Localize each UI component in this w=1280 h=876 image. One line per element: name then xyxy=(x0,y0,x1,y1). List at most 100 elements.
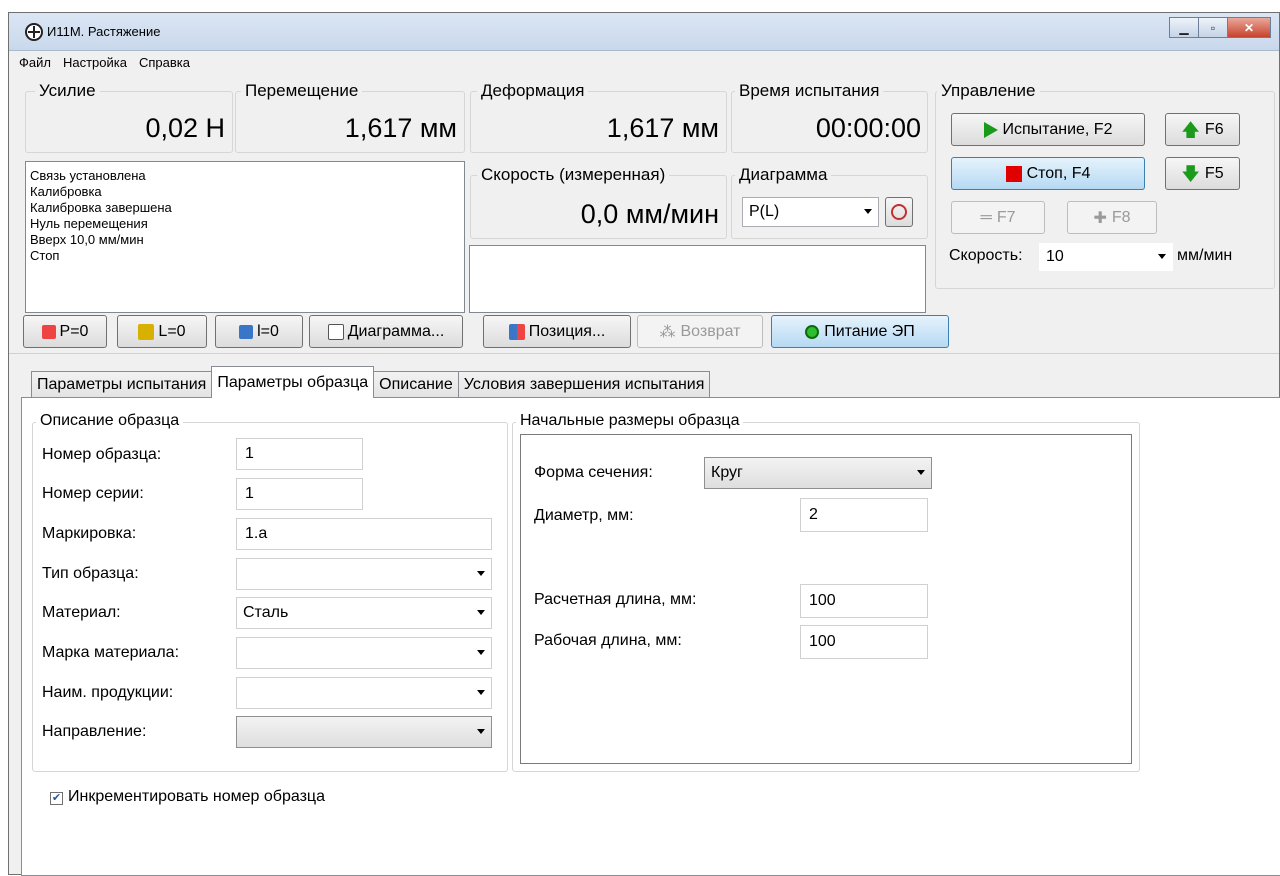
zero-length-label: L=0 xyxy=(158,322,186,340)
material-grade-select[interactable] xyxy=(236,637,492,669)
stop-icon xyxy=(1005,165,1022,182)
menu-file[interactable]: Файл xyxy=(13,55,57,70)
menu-settings[interactable]: Настройка xyxy=(57,55,133,70)
f7-button[interactable]: ═ F7 xyxy=(951,201,1045,234)
diagram-button-label: Диаграмма... xyxy=(347,322,445,340)
chart-icon xyxy=(327,323,344,340)
log-line: Калибровка завершена xyxy=(30,200,172,215)
tab-page: Описание образца Номер образца: 1 Номер … xyxy=(21,397,1280,876)
control-speed-value: 10 xyxy=(1046,248,1064,265)
work-length-label: Рабочая длина, мм: xyxy=(534,632,682,649)
diameter-input[interactable]: 2 xyxy=(800,498,928,532)
up-f6-button[interactable]: 🡅 F6 xyxy=(1165,113,1240,146)
force-sensor-icon xyxy=(41,324,56,339)
control-speed-label: Скорость: xyxy=(949,247,1023,264)
caption-buttons: ▁ ▫ ✕ xyxy=(1169,17,1271,39)
tab-description[interactable]: Описание xyxy=(373,371,459,398)
control-title: Управление xyxy=(937,81,1040,101)
dimensions-group-title: Начальные размеры образца xyxy=(516,412,744,430)
minus-icon: ═ xyxy=(980,208,992,226)
menu-help[interactable]: Справка xyxy=(133,55,196,70)
sample-type-label: Тип образца: xyxy=(42,565,139,582)
chevron-down-icon xyxy=(1158,254,1166,259)
f8-button[interactable]: ✚ F8 xyxy=(1067,201,1157,234)
log-line: Нуль перемещения xyxy=(30,216,148,231)
force-label: Усилие xyxy=(35,81,100,101)
cross-section-select[interactable]: Круг xyxy=(704,457,932,489)
window-title: И11М. Растяжение xyxy=(47,24,161,39)
sample-type-select[interactable] xyxy=(236,558,492,590)
diagram-button[interactable]: Диаграмма... xyxy=(309,315,463,348)
calc-length-label: Расчетная длина, мм: xyxy=(534,591,697,608)
tab-sample-parameters[interactable]: Параметры образца xyxy=(211,366,375,398)
minimize-button[interactable]: ▁ xyxy=(1169,17,1199,38)
power-icon xyxy=(805,324,820,339)
marking-input[interactable]: 1.а xyxy=(236,518,492,550)
sample-number-input[interactable]: 1 xyxy=(236,438,363,470)
sample-group-title: Описание образца xyxy=(36,412,184,430)
time-label: Время испытания xyxy=(735,81,884,101)
start-test-button[interactable]: Испытание, F2 xyxy=(951,113,1145,146)
arrow-up-icon: 🡅 xyxy=(1181,119,1200,140)
material-label: Материал: xyxy=(42,604,121,621)
stop-button[interactable]: Стоп, F4 xyxy=(951,157,1145,190)
power-button-label: Питание ЭП xyxy=(824,322,915,340)
tab-completion-conditions[interactable]: Условия завершения испытания xyxy=(457,371,711,398)
zero-force-label: P=0 xyxy=(59,322,89,340)
close-button[interactable]: ✕ xyxy=(1227,17,1271,38)
return-button-label: Возврат xyxy=(680,322,741,340)
work-length-input[interactable]: 100 xyxy=(800,625,928,659)
title-bar: И11М. Растяжение ▁ ▫ ✕ xyxy=(9,13,1279,51)
control-speed-unit: мм/мин xyxy=(1177,247,1233,264)
force-value: 0,02 Н xyxy=(145,113,225,143)
chevron-down-icon xyxy=(477,610,485,615)
sample-number-label: Номер образца: xyxy=(42,446,162,463)
series-number-input[interactable]: 1 xyxy=(236,478,363,510)
app-icon xyxy=(25,23,43,41)
zero-extension-button[interactable]: l=0 xyxy=(215,315,303,348)
arrow-down-icon: 🡇 xyxy=(1181,163,1200,184)
diagram-target-button[interactable] xyxy=(885,197,913,227)
start-test-label: Испытание, F2 xyxy=(1002,120,1113,138)
position-icon xyxy=(508,323,525,340)
down-f5-button[interactable]: 🡇 F5 xyxy=(1165,157,1240,190)
play-icon xyxy=(983,121,998,138)
cross-section-label: Форма сечения: xyxy=(534,464,653,481)
zero-force-button[interactable]: P=0 xyxy=(23,315,107,348)
calc-length-input[interactable]: 100 xyxy=(800,584,928,618)
tab-test-parameters[interactable]: Параметры испытания xyxy=(31,371,213,398)
cross-section-value: Круг xyxy=(711,464,743,481)
direction-label: Направление: xyxy=(42,723,147,740)
diagram-select[interactable]: P(L) xyxy=(742,197,879,227)
material-value: Сталь xyxy=(243,604,289,621)
speed-measured-value: 0,0 мм/мин xyxy=(580,199,719,229)
f5-label: F5 xyxy=(1204,164,1224,182)
material-select[interactable]: Сталь xyxy=(236,597,492,629)
direction-select[interactable] xyxy=(236,716,492,748)
plus-icon: ✚ xyxy=(1093,209,1107,227)
chevron-down-icon xyxy=(477,650,485,655)
control-speed-select[interactable]: 10 xyxy=(1039,243,1173,271)
divider xyxy=(9,353,1279,354)
chevron-down-icon xyxy=(864,209,872,214)
return-icon: ⁂ xyxy=(659,323,676,341)
app-window: И11М. Растяжение ▁ ▫ ✕ Файл Настройка Сп… xyxy=(8,12,1280,876)
product-name-select[interactable] xyxy=(236,677,492,709)
zero-length-button[interactable]: L=0 xyxy=(117,315,207,348)
f8-label: F8 xyxy=(1111,208,1131,226)
power-button[interactable]: Питание ЭП xyxy=(771,315,949,348)
position-button[interactable]: Позиция... xyxy=(483,315,631,348)
displacement-label: Перемещение xyxy=(241,81,363,101)
increment-checkbox[interactable]: ✔ xyxy=(50,792,63,805)
series-number-label: Номер серии: xyxy=(42,485,144,502)
chevron-down-icon xyxy=(917,470,925,475)
message-box xyxy=(469,245,926,313)
menu-bar: Файл Настройка Справка xyxy=(9,52,1279,72)
chevron-down-icon xyxy=(477,571,485,576)
maximize-button[interactable]: ▫ xyxy=(1198,17,1228,38)
product-name-label: Наим. продукции: xyxy=(42,684,174,701)
diagram-select-value: P(L) xyxy=(749,203,780,220)
return-button[interactable]: ⁂ Возврат xyxy=(637,315,763,348)
displacement-value: 1,617 мм xyxy=(344,113,457,143)
diameter-label: Диаметр, мм: xyxy=(534,507,634,524)
